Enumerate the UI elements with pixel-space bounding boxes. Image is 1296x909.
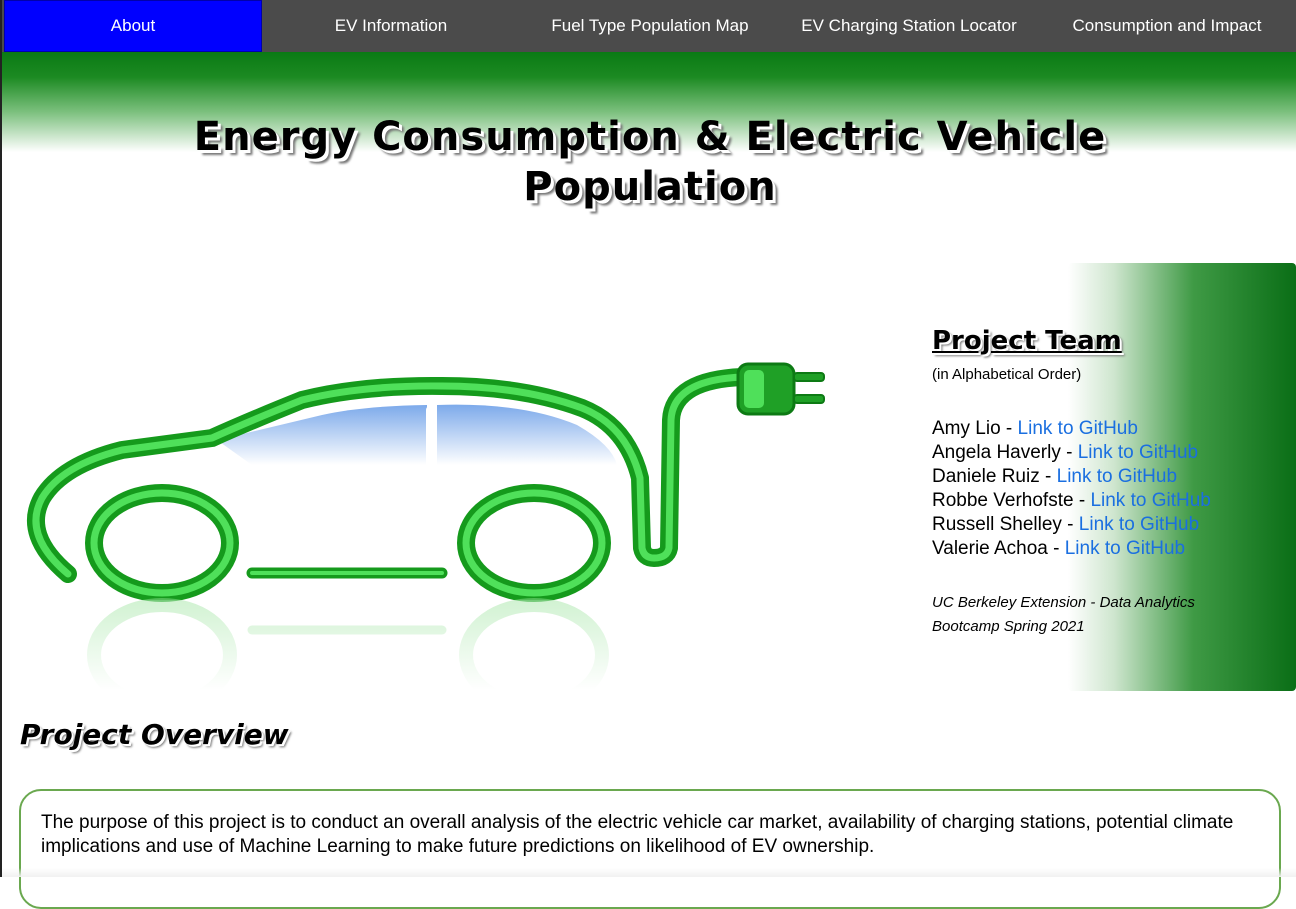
github-link[interactable]: Link to GitHub (1090, 490, 1210, 511)
top-navigation: About EV Information Fuel Type Populatio… (2, 0, 1296, 52)
team-member: Daniele Ruiz - Link to GitHub (932, 466, 1178, 487)
team-member: Angela Haverly - Link to GitHub (932, 442, 1199, 463)
nav-consumption-label: Consumption and Impact (1072, 16, 1262, 35)
hero-image (2, 260, 902, 712)
member-name: Valerie Achoa (932, 538, 1048, 559)
member-name: Angela Haverly (932, 442, 1061, 463)
nav-fuel-map-label: Fuel Type Population Map (551, 16, 749, 35)
nav-consumption-and-impact[interactable]: Consumption and Impact (1038, 0, 1296, 52)
nav-ev-information-label: EV Information (334, 16, 448, 35)
electric-car-plug-icon (2, 362, 902, 712)
github-link[interactable]: Link to GitHub (1057, 466, 1177, 487)
page-bottom-edge (2, 868, 1296, 877)
github-link[interactable]: Link to GitHub (1079, 514, 1199, 535)
member-name: Daniele Ruiz (932, 466, 1040, 487)
member-name: Russell Shelley (932, 514, 1062, 535)
team-member: Robbe Verhofste - Link to GitHub (932, 490, 1211, 511)
nav-ev-information[interactable]: EV Information (262, 0, 520, 52)
team-member: Amy Lio - Link to GitHub (932, 418, 1138, 439)
page-title: Energy Consumption & Electric Vehicle Po… (193, 114, 1107, 210)
project-team-subheading: (in Alphabetical Order) (932, 366, 1082, 383)
nav-fuel-type-population-map[interactable]: Fuel Type Population Map (520, 0, 780, 52)
team-member: Valerie Achoa - Link to GitHub (932, 538, 1186, 559)
project-team-section: Project Team (in Alphabetical Order) Amy… (932, 326, 1272, 639)
nav-charging-locator-label: EV Charging Station Locator (801, 16, 1017, 35)
nav-about[interactable]: About (4, 0, 262, 52)
team-member: Russell Shelley - Link to GitHub (932, 514, 1200, 535)
member-name: Robbe Verhofste (932, 490, 1074, 511)
github-link[interactable]: Link to GitHub (1018, 418, 1138, 439)
project-overview-heading: Project Overview (20, 718, 289, 751)
nav-about-label: About (110, 16, 156, 35)
github-link[interactable]: Link to GitHub (1065, 538, 1185, 559)
project-team-heading: Project Team (932, 326, 1122, 356)
github-link[interactable]: Link to GitHub (1078, 442, 1198, 463)
project-overview-text: The purpose of this project is to conduc… (41, 812, 1234, 857)
team-member-list: Amy Lio - Link to GitHub Angela Haverly … (932, 417, 1272, 561)
nav-ev-charging-station-locator[interactable]: EV Charging Station Locator (780, 0, 1038, 52)
member-name: Amy Lio (932, 418, 1001, 439)
affiliation-text: UC Berkeley Extension - Data Analytics B… (932, 594, 1195, 635)
